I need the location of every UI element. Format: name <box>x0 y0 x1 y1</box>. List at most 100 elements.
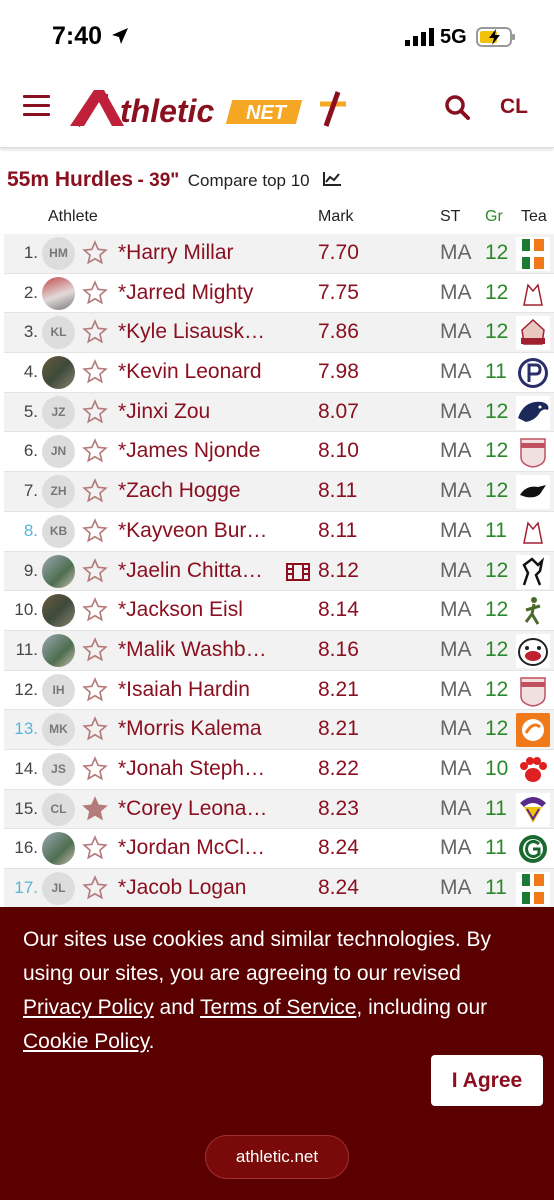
table-row[interactable]: 10. *Jackson Eisl 8.14 MA 12 <box>4 591 554 631</box>
compare-top-10-link[interactable]: Compare top 10 <box>188 171 310 190</box>
team-logo[interactable] <box>516 395 550 430</box>
athlete-name-link[interactable]: *Malik Washb… <box>118 638 267 662</box>
mark-link[interactable]: 8.22 <box>318 757 359 781</box>
table-row[interactable]: 13. MK *Morris Kalema 8.21 MA 12 <box>4 710 554 750</box>
favorite-star-icon[interactable] <box>82 398 108 425</box>
mark-link[interactable]: 8.21 <box>318 678 359 702</box>
line-chart-icon[interactable] <box>322 171 342 187</box>
favorite-star-icon[interactable] <box>82 756 108 782</box>
favorite-star-icon[interactable] <box>82 875 108 901</box>
table-row[interactable]: 17. JL *Jacob Logan 8.24 MA 11 <box>4 869 554 909</box>
team-logo[interactable] <box>516 832 550 867</box>
team-logo[interactable] <box>516 276 550 311</box>
athlete-name-link[interactable]: *Jinxi Zou <box>118 400 210 424</box>
table-row[interactable]: 7. ZH *Zach Hogge 8.11 MA 12 <box>4 472 554 512</box>
team-logo[interactable] <box>516 594 550 629</box>
favorite-star-icon[interactable] <box>82 835 108 861</box>
table-row[interactable]: 9. *Jaelin Chitta… 8.12 MA 12 <box>4 551 554 592</box>
team-logo[interactable] <box>516 356 550 390</box>
athlete-name-link[interactable]: *Jaelin Chitta… <box>118 559 263 583</box>
column-state[interactable]: ST <box>440 208 460 226</box>
table-row[interactable]: 4. *Kevin Leonard 7.98 MA 11 <box>4 353 554 393</box>
athlete-name-link[interactable]: *Isaiah Hardin <box>118 678 250 702</box>
table-row[interactable]: 15. CL *Corey Leona… 8.23 MA 11 <box>4 789 554 830</box>
mark-link[interactable]: 8.21 <box>318 717 359 741</box>
privacy-policy-link[interactable]: Privacy Policy <box>23 996 154 1019</box>
mark-link[interactable]: 8.11 <box>318 519 357 543</box>
table-row[interactable]: 14. JS *Jonah Steph… 8.22 MA 10 <box>4 750 554 790</box>
favorite-star-icon[interactable] <box>82 637 108 663</box>
athlete-name-link[interactable]: *Kyle Lisausk… <box>118 320 265 344</box>
team-logo[interactable] <box>516 792 550 827</box>
athlete-name-link[interactable]: *Zach Hogge <box>118 479 241 503</box>
favorite-star-icon[interactable] <box>82 557 108 584</box>
athlete-name-link[interactable]: *James Njonde <box>118 439 260 463</box>
table-row[interactable]: 12. IH *Isaiah Hardin 8.21 MA 12 <box>4 671 554 711</box>
table-row[interactable]: 1. HM *Harry Millar 7.70 MA 12 <box>4 234 554 274</box>
team-logo[interactable] <box>516 872 550 906</box>
team-logo[interactable] <box>516 316 550 351</box>
table-row[interactable]: 6. JN *James Njonde 8.10 MA 12 <box>4 432 554 473</box>
team-logo[interactable] <box>516 633 550 668</box>
mark-link[interactable]: 7.70 <box>318 241 359 265</box>
athlete-name-link[interactable]: *Kayveon Bur… <box>118 519 267 543</box>
favorite-star-icon[interactable] <box>82 359 108 385</box>
athleticnet-logo[interactable]: thletic NET <box>68 86 350 130</box>
mark-link[interactable]: 7.75 <box>318 281 359 305</box>
mark-link[interactable]: 8.23 <box>318 797 359 821</box>
athlete-name-link[interactable]: *Harry Millar <box>118 241 234 265</box>
agree-button[interactable]: I Agree <box>431 1055 543 1106</box>
athlete-name-link[interactable]: *Kevin Leonard <box>118 360 262 384</box>
column-grade[interactable]: Gr <box>485 208 503 226</box>
table-row[interactable]: 5. JZ *Jinxi Zou 8.07 MA 12 <box>4 392 554 433</box>
mark-link[interactable]: 7.98 <box>318 360 359 384</box>
column-team[interactable]: Tea <box>521 208 547 226</box>
athlete-name-link[interactable]: *Morris Kalema <box>118 717 262 741</box>
team-logo[interactable] <box>516 435 550 470</box>
mark-link[interactable]: 8.24 <box>318 876 359 900</box>
favorite-star-icon[interactable] <box>82 478 108 504</box>
column-athlete[interactable]: Athlete <box>48 208 98 226</box>
search-icon[interactable] <box>444 94 470 120</box>
table-row[interactable]: 11. *Malik Washb… 8.16 MA 12 <box>4 630 554 671</box>
team-logo[interactable] <box>516 237 550 271</box>
favorite-star-filled-icon[interactable] <box>82 795 108 822</box>
account-button[interactable]: CL <box>500 95 528 119</box>
browser-url-bar[interactable]: athletic.net <box>205 1135 349 1179</box>
mark-link[interactable]: 8.11 <box>318 479 357 503</box>
mark-link[interactable]: 8.14 <box>318 598 359 622</box>
team-logo[interactable] <box>516 554 550 589</box>
hamburger-menu-icon[interactable] <box>23 95 50 117</box>
mark-link[interactable]: 8.24 <box>318 836 359 860</box>
favorite-star-icon[interactable] <box>82 716 108 742</box>
mark-link[interactable]: 8.07 <box>318 400 359 424</box>
table-row[interactable]: 3. KL *Kyle Lisausk… 7.86 MA 12 <box>4 313 554 354</box>
team-logo[interactable] <box>516 713 550 748</box>
favorite-star-icon[interactable] <box>82 319 108 345</box>
team-logo[interactable] <box>516 514 550 549</box>
mark-link[interactable]: 8.16 <box>318 638 359 662</box>
team-logo[interactable] <box>516 673 550 708</box>
mark-link[interactable]: 8.12 <box>318 559 359 583</box>
athlete-name-link[interactable]: *Jonah Steph… <box>118 757 265 781</box>
favorite-star-icon[interactable] <box>82 517 108 544</box>
mark-link[interactable]: 8.10 <box>318 439 359 463</box>
cookie-policy-link[interactable]: Cookie Policy <box>23 1030 149 1053</box>
athlete-name-link[interactable]: *Jarred Mighty <box>118 281 253 305</box>
athlete-name-link[interactable]: *Jackson Eisl <box>118 598 243 622</box>
favorite-star-icon[interactable] <box>82 676 108 703</box>
table-row[interactable]: 16. *Jordan McCl… 8.24 MA 11 <box>4 829 554 869</box>
team-logo[interactable] <box>516 475 550 510</box>
athlete-name-link[interactable]: *Jordan McCl… <box>118 836 265 860</box>
favorite-star-icon[interactable] <box>82 279 108 306</box>
terms-of-service-link[interactable]: Terms of Service <box>200 996 356 1019</box>
athlete-name-link[interactable]: *Jacob Logan <box>118 876 246 900</box>
video-film-icon[interactable] <box>286 562 310 582</box>
mark-link[interactable]: 7.86 <box>318 320 359 344</box>
team-logo[interactable] <box>516 752 550 787</box>
favorite-star-icon[interactable] <box>82 597 108 623</box>
favorite-star-icon[interactable] <box>82 240 108 266</box>
column-mark[interactable]: Mark <box>318 208 354 226</box>
table-row[interactable]: 2. *Jarred Mighty 7.75 MA 12 <box>4 274 554 314</box>
athlete-name-link[interactable]: *Corey Leona… <box>118 797 267 821</box>
